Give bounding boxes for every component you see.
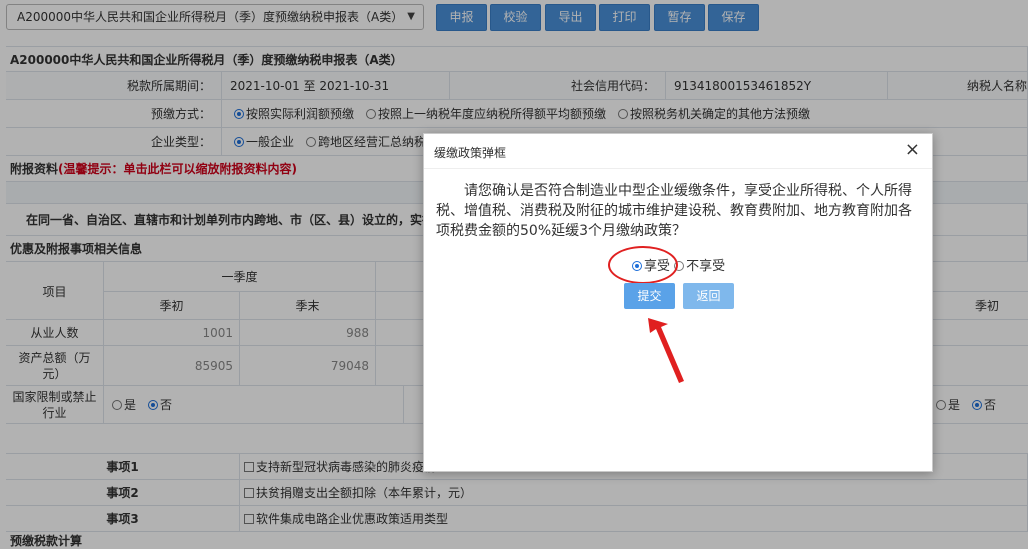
arrow-icon xyxy=(648,318,684,383)
annotation-arrow xyxy=(648,318,684,383)
